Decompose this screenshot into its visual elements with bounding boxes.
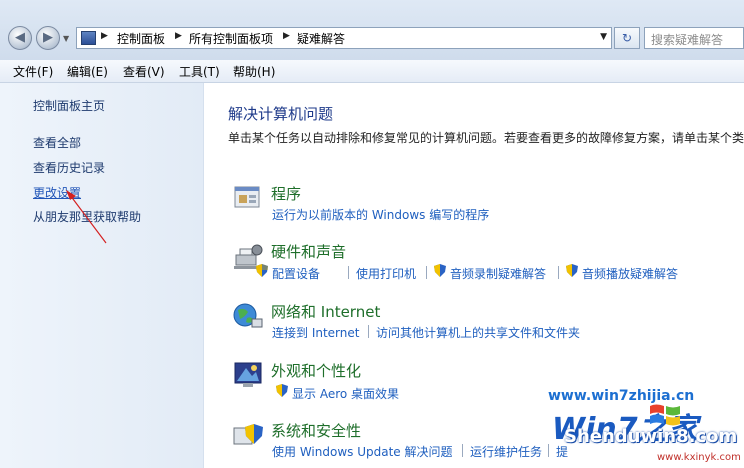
- link-divider: [548, 444, 549, 457]
- uac-shield-icon: [256, 264, 268, 277]
- history-dropdown-icon[interactable]: ▼: [63, 34, 69, 43]
- breadcrumb-separator-icon[interactable]: ▶: [101, 31, 108, 41]
- link-audio-playback-troubleshoot[interactable]: 音频播放疑难解答: [582, 265, 678, 282]
- network-internet-icon: [233, 303, 263, 328]
- back-button[interactable]: ◀: [8, 26, 32, 50]
- link-connect-internet[interactable]: 连接到 Internet: [272, 324, 359, 341]
- annotation-arrow-icon: [66, 190, 107, 244]
- link-divider: [426, 266, 427, 279]
- category-network-internet-title[interactable]: 网络和 Internet: [271, 301, 380, 322]
- uac-shield-icon: [566, 264, 578, 277]
- left-nav-pane: 控制面板主页 查看全部 查看历史记录 更改设置 从朋友那里获取帮助: [0, 83, 204, 468]
- control-panel-icon: [81, 31, 96, 45]
- link-aero-effects[interactable]: 显示 Aero 桌面效果: [292, 385, 399, 402]
- uac-shield-icon: [434, 264, 446, 277]
- breadcrumb-all-items[interactable]: 所有控制面板项: [189, 30, 273, 47]
- link-divider: [462, 444, 463, 457]
- link-access-shared-files[interactable]: 访问其他计算机上的共享文件和文件夹: [376, 324, 580, 341]
- page-title: 解决计算机问题: [228, 105, 334, 123]
- category-hardware-sound-title[interactable]: 硬件和声音: [271, 241, 346, 262]
- breadcrumb-separator-icon[interactable]: ▶: [283, 31, 290, 41]
- link-run-older-programs[interactable]: 运行为以前版本的 Windows 编写的程序: [272, 206, 489, 223]
- address-dropdown-icon[interactable]: ▼: [600, 32, 607, 42]
- menu-file[interactable]: 文件(F): [13, 63, 53, 80]
- breadcrumb-separator-icon[interactable]: ▶: [175, 31, 182, 41]
- category-system-security-title[interactable]: 系统和安全性: [271, 420, 361, 441]
- link-audio-recording-troubleshoot[interactable]: 音频录制疑难解答: [450, 265, 546, 282]
- appearance-personalization-icon: [234, 362, 262, 387]
- link-configure-device[interactable]: 配置设备: [272, 265, 320, 282]
- menu-help[interactable]: 帮助(H): [233, 63, 275, 80]
- watermark-site-kxinyk: www.kxinyk.com: [657, 452, 741, 463]
- refresh-button[interactable]: ↻: [614, 27, 640, 49]
- page-description: 单击某个任务以自动排除和修复常见的计算机问题。若要查看更多的故障修复方案，请单击…: [228, 131, 744, 145]
- programs-icon: [234, 186, 260, 208]
- uac-shield-icon: [276, 384, 288, 397]
- menu-bar: 文件(F) 编辑(E) 查看(V) 工具(T) 帮助(H): [0, 60, 744, 83]
- menu-edit[interactable]: 编辑(E): [67, 63, 108, 80]
- search-input[interactable]: 搜索疑难解答: [644, 27, 744, 49]
- breadcrumb-troubleshooting[interactable]: 疑难解答: [297, 30, 345, 47]
- breadcrumb-control-panel[interactable]: 控制面板: [117, 30, 165, 47]
- link-use-printer[interactable]: 使用打印机: [356, 265, 416, 282]
- back-arrow-icon: ◀: [15, 30, 25, 45]
- forward-arrow-icon: ▶: [43, 30, 53, 45]
- menu-tools[interactable]: 工具(T): [179, 63, 220, 80]
- category-appearance-title[interactable]: 外观和个性化: [271, 360, 361, 381]
- system-security-icon: [233, 424, 263, 445]
- link-divider: [348, 266, 349, 279]
- refresh-icon: ↻: [621, 31, 633, 45]
- link-windows-update-troubleshoot[interactable]: 使用 Windows Update 解决问题: [272, 443, 452, 460]
- link-divider: [368, 325, 369, 338]
- link-divider: [558, 266, 559, 279]
- address-bar[interactable]: ▶ 控制面板 ▶ 所有控制面板项 ▶ 疑难解答 ▼: [76, 27, 612, 49]
- menu-view[interactable]: 查看(V): [123, 63, 165, 80]
- watermark-site-shenduwin8: Shenduwin8.com: [564, 426, 738, 447]
- category-programs-title[interactable]: 程序: [271, 183, 301, 204]
- forward-button[interactable]: ▶: [36, 26, 60, 50]
- address-toolbar: ◀ ▶ ▼ ▶ 控制面板 ▶ 所有控制面板项 ▶ 疑难解答 ▼ ↻ 搜索疑难解答: [0, 0, 744, 60]
- link-run-maintenance[interactable]: 运行维护任务: [470, 443, 542, 460]
